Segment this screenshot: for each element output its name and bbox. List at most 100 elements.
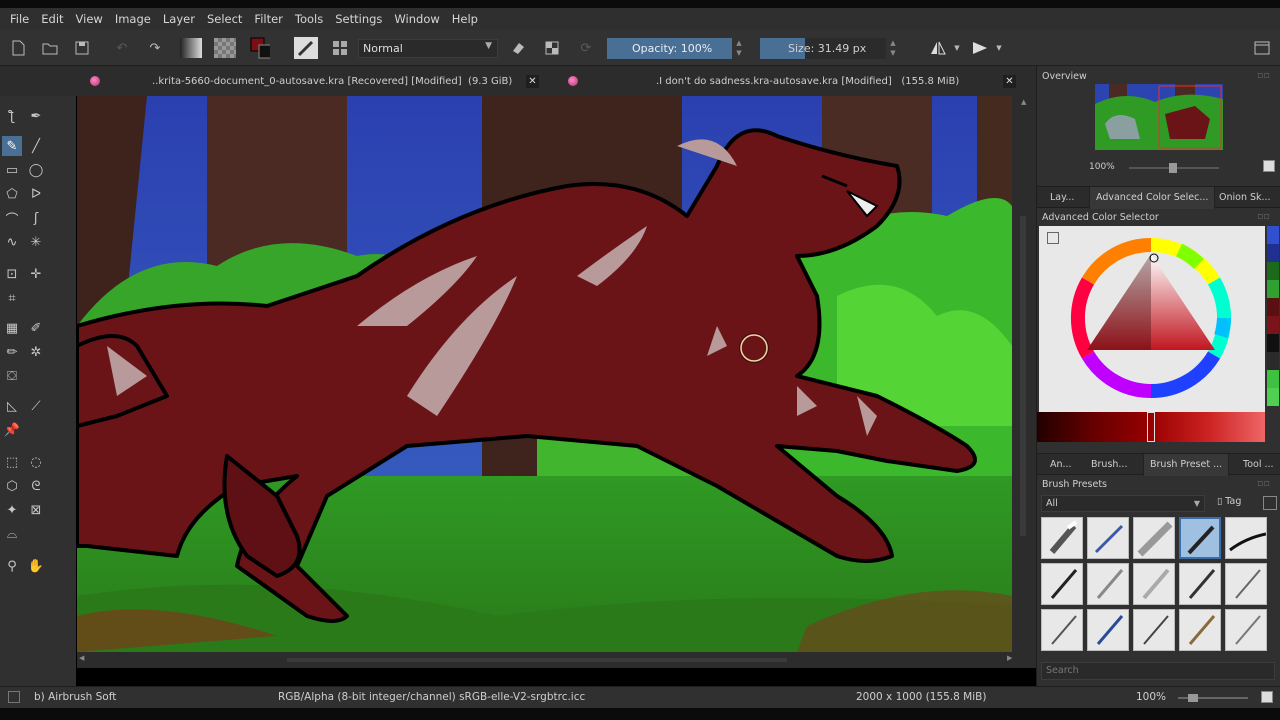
tab-onion-skins[interactable]: Onion Sk...: [1213, 187, 1277, 209]
overview-zoom-slider[interactable]: [1129, 163, 1219, 173]
horizontal-scrollbar[interactable]: ◀ ▶: [77, 652, 1036, 668]
polyline-tool[interactable]: ᐅ: [26, 184, 46, 204]
overview-fit-icon[interactable]: [1263, 160, 1275, 172]
menu-file[interactable]: File: [4, 8, 35, 30]
move-tool[interactable]: ✛: [26, 264, 46, 284]
chevron-down-icon[interactable]: ▼: [994, 38, 1004, 58]
opacity-slider[interactable]: Opacity: 100%: [607, 38, 732, 59]
brush-preset-selected[interactable]: [1179, 517, 1221, 559]
fit-view-icon[interactable]: [1261, 691, 1273, 703]
color-swatches[interactable]: [250, 37, 270, 59]
vertical-scroll-thumb[interactable]: [1020, 216, 1026, 536]
canvas[interactable]: [77, 96, 1012, 652]
menu-filter[interactable]: Filter: [248, 8, 288, 30]
menu-help[interactable]: Help: [446, 8, 484, 30]
color-wheel[interactable]: [1039, 226, 1265, 412]
brush-preset[interactable]: [1225, 609, 1267, 651]
mirror-vertical-icon[interactable]: [970, 38, 990, 58]
grid-icon[interactable]: [330, 38, 350, 58]
scroll-right-icon[interactable]: ▶: [1007, 654, 1012, 662]
measure-tool[interactable]: ⟋: [26, 396, 46, 416]
menu-layer[interactable]: Layer: [157, 8, 201, 30]
close-icon[interactable]: ✕: [526, 75, 539, 88]
dynamic-brush-tool[interactable]: ∿: [2, 232, 22, 252]
menu-edit[interactable]: Edit: [35, 8, 69, 30]
tab-brush-presets[interactable]: Brush Preset ...: [1143, 454, 1230, 476]
undo-icon[interactable]: ↶: [112, 38, 132, 58]
ellipse-tool[interactable]: ◯: [26, 160, 46, 180]
freehand-select-tool[interactable]: ᘓ: [26, 476, 46, 496]
brush-preset[interactable]: [1225, 563, 1267, 605]
tab-brush-settings[interactable]: Brush...: [1085, 454, 1133, 476]
bezier-tool[interactable]: ⌒: [2, 208, 22, 228]
crop-tool[interactable]: ⌗: [2, 288, 22, 308]
tab-tool-options[interactable]: Tool ...: [1237, 454, 1280, 476]
status-color-space[interactable]: RGB/Alpha (8-bit integer/channel) sRGB-e…: [278, 691, 585, 703]
brush-preset[interactable]: [1133, 609, 1175, 651]
redo-icon[interactable]: ↷: [145, 38, 165, 58]
gradient-tool[interactable]: ▦: [2, 318, 22, 338]
gradient-swatch[interactable]: [180, 38, 202, 58]
overview-zoom-handle[interactable]: [1169, 163, 1177, 173]
opacity-spin[interactable]: ▲ ▼: [734, 38, 744, 59]
status-zoom-value[interactable]: 100%: [1136, 691, 1166, 703]
similar-select-tool[interactable]: ⊠: [26, 500, 46, 520]
float-icon[interactable]: ▫▫: [1257, 478, 1270, 489]
close-icon[interactable]: ✕: [1003, 75, 1016, 88]
rectangle-tool[interactable]: ▭: [2, 160, 22, 180]
menu-settings[interactable]: Settings: [329, 8, 388, 30]
brush-preset[interactable]: [1133, 517, 1175, 559]
save-icon[interactable]: [72, 38, 92, 58]
line-tool[interactable]: ╱: [26, 136, 46, 156]
mirror-horizontal-icon[interactable]: [928, 38, 948, 58]
zoom-icon[interactable]: ⚲: [2, 556, 22, 576]
float-icon[interactable]: ▫▫: [1257, 211, 1270, 222]
tag-button[interactable]: ▯ Tag: [1217, 496, 1241, 507]
eraser-icon[interactable]: [508, 38, 528, 58]
ellipse-select-tool[interactable]: ◌: [26, 452, 46, 472]
assistant-tool[interactable]: ◺: [2, 396, 22, 416]
reference-tool[interactable]: 📌: [2, 420, 22, 440]
size-slider[interactable]: Size: 31.49 px: [760, 38, 886, 59]
menu-view[interactable]: View: [70, 8, 109, 30]
blend-mode-select[interactable]: Normal ▼: [358, 39, 498, 58]
new-document-icon[interactable]: [8, 38, 28, 58]
workspace-icon[interactable]: [1252, 38, 1272, 58]
open-folder-icon[interactable]: [40, 38, 60, 58]
tab-advanced-color-selector[interactable]: Advanced Color Selec...: [1089, 187, 1216, 209]
pattern-swatch[interactable]: [214, 38, 236, 58]
vertical-scrollbar[interactable]: ▲ ▼: [1012, 96, 1036, 666]
color-history-bar[interactable]: [1037, 412, 1265, 442]
color-selector-area[interactable]: [1039, 226, 1265, 412]
menu-window[interactable]: Window: [388, 8, 445, 30]
size-spin[interactable]: ▲ ▼: [888, 38, 898, 59]
rect-select-tool[interactable]: ⬚: [2, 452, 22, 472]
transform-tool[interactable]: ⊡: [2, 264, 22, 284]
polygon-tool[interactable]: ⬠: [2, 184, 22, 204]
menu-tools[interactable]: Tools: [289, 8, 329, 30]
float-icon[interactable]: ▫▫: [1257, 70, 1270, 81]
chevron-down-icon[interactable]: ▼: [952, 38, 962, 58]
bezier-select-tool[interactable]: ⌓: [2, 524, 22, 544]
colorize-mask-tool[interactable]: ✏: [2, 342, 22, 362]
brush-preset[interactable]: [1041, 517, 1083, 559]
brush-preset[interactable]: [1179, 563, 1221, 605]
brush-preset[interactable]: [1087, 517, 1129, 559]
preset-view-icon[interactable]: [1263, 496, 1277, 510]
zoom-slider[interactable]: [1178, 694, 1248, 702]
tab-animation[interactable]: An...: [1044, 454, 1078, 476]
alpha-lock-icon[interactable]: [542, 38, 562, 58]
brush-preset[interactable]: [1179, 609, 1221, 651]
freehand-brush-tool[interactable]: ✎: [2, 136, 22, 156]
brush-preset[interactable]: [1225, 517, 1267, 559]
smart-patch-tool[interactable]: ✲: [26, 342, 46, 362]
menu-image[interactable]: Image: [109, 8, 157, 30]
contiguous-select-tool[interactable]: ✦: [2, 500, 22, 520]
tab-layers[interactable]: Lay...: [1044, 187, 1080, 209]
multibrush-tool[interactable]: ✳: [26, 232, 46, 252]
overview-thumbnail[interactable]: [1095, 84, 1223, 150]
edit-shapes-tool[interactable]: ƪ: [2, 106, 22, 126]
horizontal-scroll-thumb[interactable]: [287, 658, 787, 662]
color-picker-tool[interactable]: ✐: [26, 318, 46, 338]
preset-filter-select[interactable]: All ▼: [1041, 495, 1205, 512]
